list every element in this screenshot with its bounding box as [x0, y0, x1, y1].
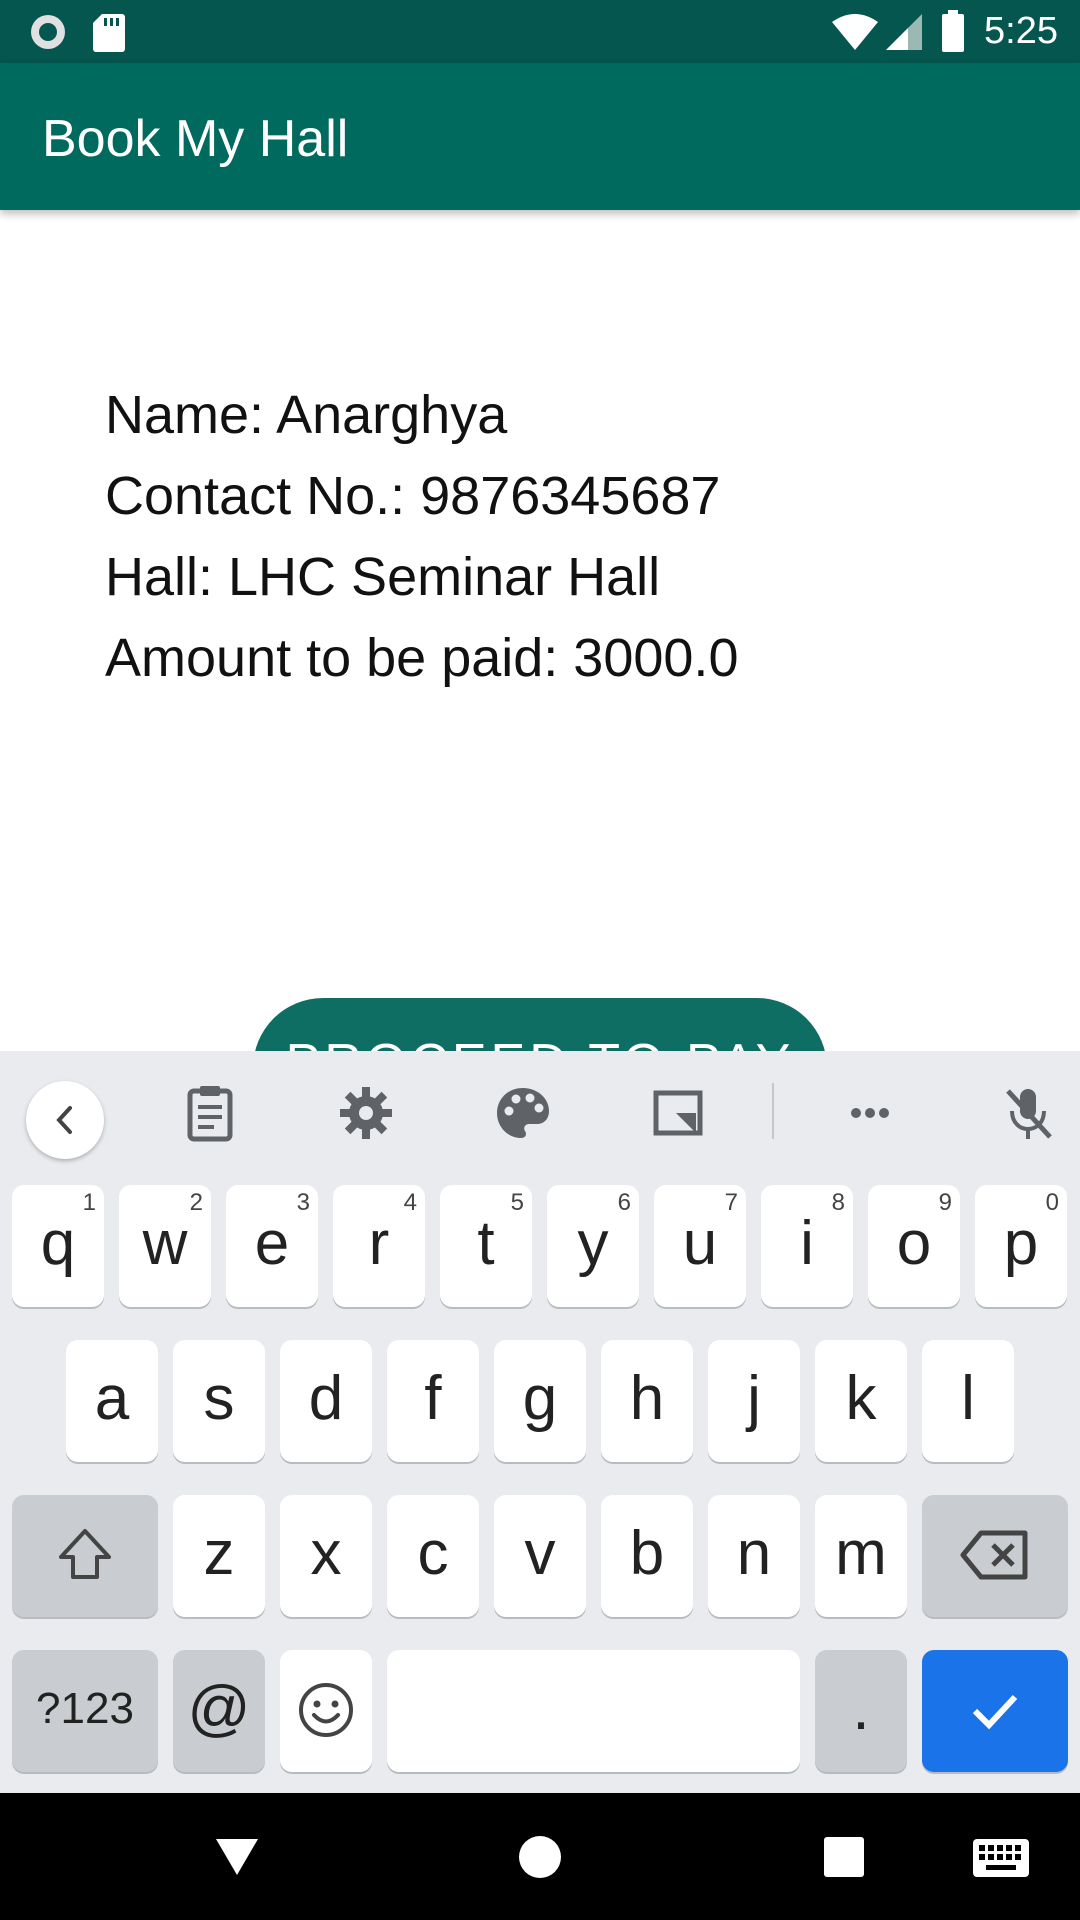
- theme-palette-icon[interactable]: [493, 1083, 553, 1143]
- shift-key[interactable]: [12, 1495, 158, 1617]
- keyboard-toolbar: [0, 1051, 1080, 1171]
- key-p[interactable]: p0: [975, 1185, 1067, 1307]
- key-b[interactable]: b: [601, 1495, 693, 1617]
- period-key[interactable]: .: [815, 1650, 907, 1772]
- key-v[interactable]: v: [494, 1495, 586, 1617]
- checkmark-icon: [972, 1694, 1018, 1730]
- contact-text: Contact No.: 9876345687: [105, 466, 721, 526]
- key-s[interactable]: s: [173, 1340, 265, 1462]
- battery-icon: [942, 10, 964, 52]
- clipboard-icon[interactable]: [180, 1083, 240, 1143]
- home-circle-icon[interactable]: [518, 1835, 562, 1879]
- key-z[interactable]: z: [173, 1495, 265, 1617]
- key-n[interactable]: n: [708, 1495, 800, 1617]
- hall-text: Hall: LHC Seminar Hall: [105, 547, 661, 607]
- more-options-icon[interactable]: [840, 1083, 900, 1143]
- recents-square-icon[interactable]: [823, 1836, 865, 1878]
- key-r[interactable]: r4: [333, 1185, 425, 1307]
- key-y[interactable]: y6: [547, 1185, 639, 1307]
- key-o[interactable]: o9: [868, 1185, 960, 1307]
- key-q[interactable]: q1: [12, 1185, 104, 1307]
- key-u[interactable]: u7: [654, 1185, 746, 1307]
- symbols-key[interactable]: ?123: [12, 1650, 158, 1772]
- at-key[interactable]: @: [173, 1650, 265, 1772]
- amount-text: Amount to be paid: 3000.0: [105, 628, 739, 688]
- backspace-key[interactable]: [922, 1495, 1068, 1617]
- clock: 5:25: [984, 10, 1058, 52]
- space-key[interactable]: [387, 1650, 800, 1772]
- key-h[interactable]: h: [601, 1340, 693, 1462]
- app-title: Book My Hall: [42, 110, 349, 168]
- back-triangle-icon[interactable]: [212, 1835, 262, 1879]
- notification-record-icon: [31, 15, 65, 49]
- system-nav-bar: [0, 1793, 1080, 1920]
- key-c[interactable]: c: [387, 1495, 479, 1617]
- key-k[interactable]: k: [815, 1340, 907, 1462]
- key-w[interactable]: w2: [119, 1185, 211, 1307]
- wifi-icon: [832, 14, 878, 50]
- app-bar: Book My Hall: [0, 63, 1080, 210]
- key-a[interactable]: a: [66, 1340, 158, 1462]
- key-m[interactable]: m: [815, 1495, 907, 1617]
- key-e[interactable]: e3: [226, 1185, 318, 1307]
- settings-gear-icon[interactable]: [336, 1083, 396, 1143]
- key-f[interactable]: f: [387, 1340, 479, 1462]
- toolbar-back-button[interactable]: [26, 1081, 104, 1159]
- status-bar: 5:25: [0, 0, 1080, 63]
- one-handed-mode-icon[interactable]: [648, 1083, 708, 1143]
- mic-off-icon[interactable]: [998, 1083, 1058, 1143]
- key-t[interactable]: t5: [440, 1185, 532, 1307]
- toolbar-divider: [772, 1083, 774, 1139]
- enter-key[interactable]: [922, 1650, 1068, 1772]
- emoji-smile-icon: [299, 1683, 353, 1737]
- key-l[interactable]: l: [922, 1340, 1014, 1462]
- key-i[interactable]: i8: [761, 1185, 853, 1307]
- signal-icon: [886, 14, 922, 50]
- name-text: Name: Anarghya: [105, 385, 508, 445]
- soft-keyboard: q1 w2 e3 r4 t5 y6 u7 i8 o9 p0 a s d f g …: [0, 1051, 1080, 1793]
- key-g[interactable]: g: [494, 1340, 586, 1462]
- key-x[interactable]: x: [280, 1495, 372, 1617]
- booking-details: Name: Anarghya Contact No.: 9876345687 H…: [105, 375, 738, 699]
- key-j[interactable]: j: [708, 1340, 800, 1462]
- backspace-icon: [960, 1530, 1028, 1580]
- booking-summary: Name: Anarghya Contact No.: 9876345687 H…: [0, 210, 1080, 1138]
- key-d[interactable]: d: [280, 1340, 372, 1462]
- keyboard-switch-icon[interactable]: [972, 1838, 1030, 1878]
- sd-card-icon: [93, 14, 125, 52]
- emoji-key[interactable]: [280, 1650, 372, 1772]
- chevron-left-icon: [56, 1106, 72, 1134]
- shift-arrow-icon: [59, 1529, 111, 1579]
